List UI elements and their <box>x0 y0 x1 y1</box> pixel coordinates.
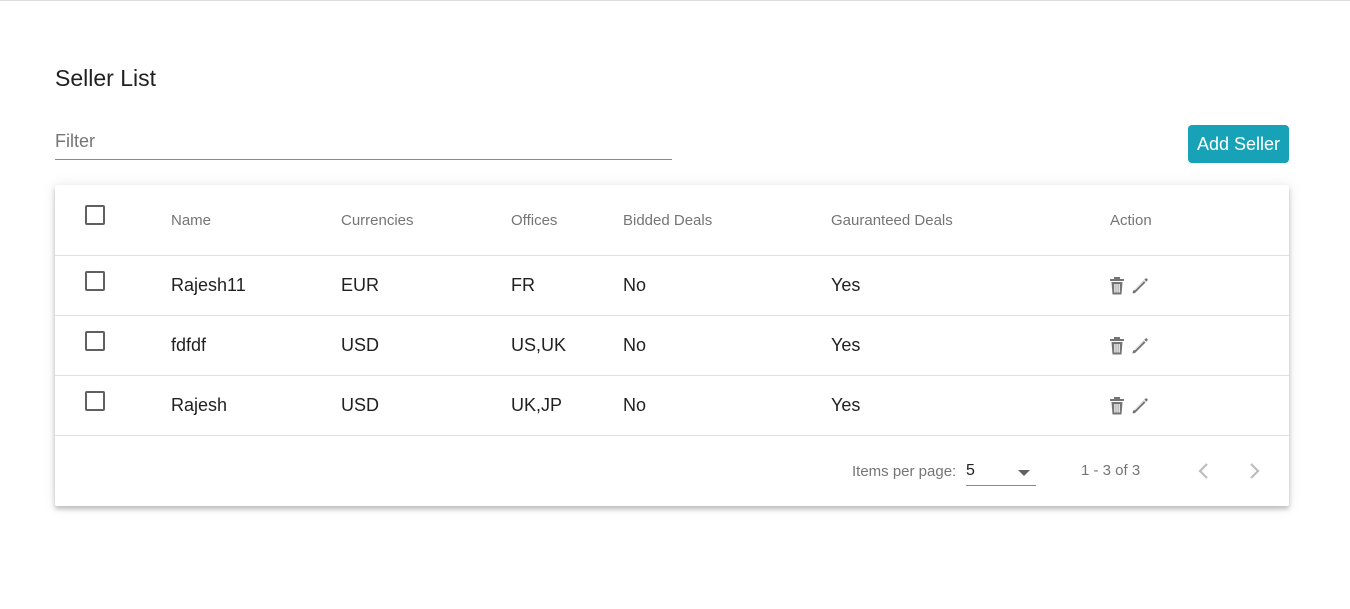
header-guaranteed-deals[interactable]: Gauranteed Deals <box>831 185 953 255</box>
items-per-page-value: 5 <box>966 462 975 479</box>
cell-name: fdfdf <box>171 335 207 355</box>
cell-guaranteed-deals: Yes <box>831 335 861 355</box>
items-per-page-label: Items per page: <box>852 463 957 480</box>
cell-bidded-deals: No <box>623 395 647 415</box>
cell-guaranteed-deals: Yes <box>831 275 861 295</box>
row-checkbox[interactable] <box>85 271 105 291</box>
row-checkbox[interactable] <box>85 391 105 411</box>
table-header-row: Name Currencies Offices Bidded Deals Gau… <box>55 185 1289 256</box>
cell-offices: UK,JP <box>511 395 563 415</box>
header-action: Action <box>1110 211 1152 229</box>
pencil-icon[interactable] <box>1130 276 1148 296</box>
pencil-icon[interactable] <box>1130 336 1148 356</box>
table-row: fdfdf USD US,UK No Yes <box>55 316 1289 376</box>
header-currencies[interactable]: Currencies <box>341 185 414 255</box>
cell-name: Rajesh11 <box>171 275 246 295</box>
items-per-page-select[interactable]: 5 <box>966 456 1036 486</box>
row-checkbox[interactable] <box>85 331 105 351</box>
row-actions <box>1108 256 1148 315</box>
seller-table: Name Currencies Offices Bidded Deals Gau… <box>55 185 1289 506</box>
trash-icon[interactable] <box>1108 396 1126 416</box>
page-title: Seller List <box>55 65 156 91</box>
header-offices[interactable]: Offices <box>511 185 557 255</box>
table-row: Rajesh USD UK,JP No Yes <box>55 376 1289 436</box>
cell-offices: US,UK <box>511 335 567 355</box>
trash-icon[interactable] <box>1108 276 1126 296</box>
cell-bidded-deals: No <box>623 275 647 295</box>
previous-page-button[interactable] <box>1189 456 1219 486</box>
cell-guaranteed-deals: Yes <box>831 395 861 415</box>
cell-currencies: USD <box>341 395 380 415</box>
next-page-button[interactable] <box>1239 456 1269 486</box>
page-range-label: 1 - 3 of 3 <box>1081 462 1141 479</box>
row-actions <box>1108 316 1148 375</box>
paginator: Items per page: 5 1 - 3 of 3 <box>55 436 1289 506</box>
table-row: Rajesh11 EUR FR No Yes <box>55 256 1289 316</box>
filter-field[interactable] <box>55 124 672 160</box>
pencil-icon[interactable] <box>1130 396 1148 416</box>
dropdown-arrow-icon <box>1018 470 1030 476</box>
chevron-right-icon <box>1250 463 1260 479</box>
cell-currencies: EUR <box>341 275 380 295</box>
cell-name: Rajesh <box>171 395 228 415</box>
chevron-left-icon <box>1198 463 1208 479</box>
cell-bidded-deals: No <box>623 335 647 355</box>
trash-icon[interactable] <box>1108 336 1126 356</box>
cell-currencies: USD <box>341 335 380 355</box>
header-name[interactable]: Name <box>171 185 211 255</box>
add-seller-button[interactable]: Add Seller <box>1188 125 1289 163</box>
header-bidded-deals[interactable]: Bidded Deals <box>623 185 712 255</box>
row-actions <box>1108 376 1148 435</box>
top-divider <box>0 0 1350 1</box>
cell-offices: FR <box>511 275 535 295</box>
select-all-checkbox[interactable] <box>85 205 105 225</box>
filter-input[interactable] <box>55 124 672 158</box>
